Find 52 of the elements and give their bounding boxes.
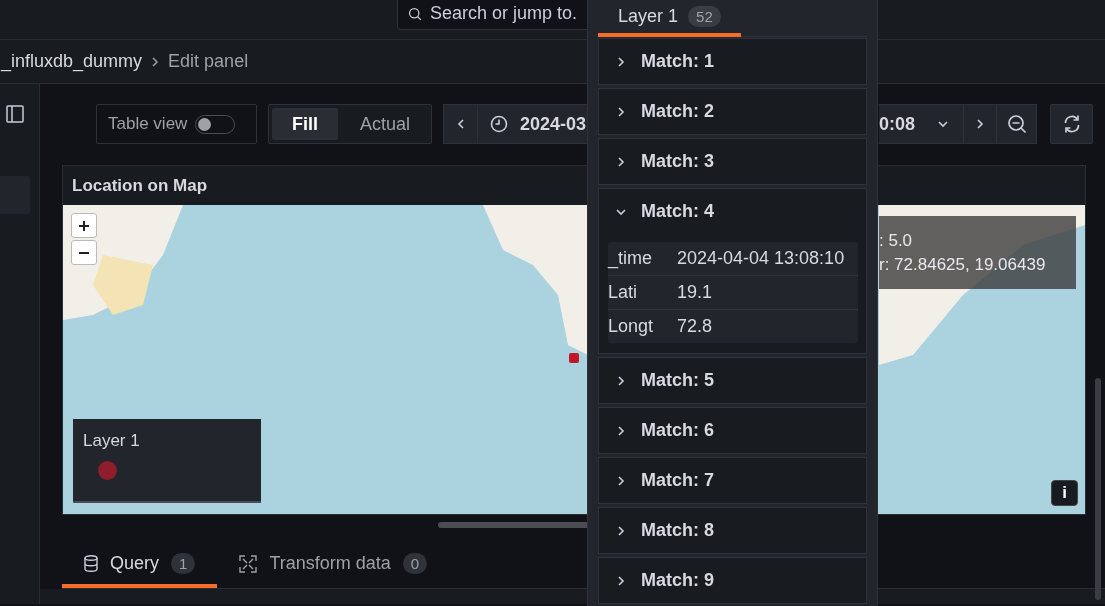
chevron-right-icon xyxy=(615,155,627,168)
match-header[interactable]: Match: 3 xyxy=(599,139,866,184)
vertical-scrollbar[interactable] xyxy=(1095,378,1101,600)
legend-title: Layer 1 xyxy=(83,431,141,451)
chevron-right-icon xyxy=(976,118,985,130)
refresh-button[interactable] xyxy=(1050,104,1094,144)
table-view-toggle[interactable]: Table view xyxy=(96,104,257,144)
view-mode-tab[interactable]: Actual xyxy=(340,108,431,140)
chevron-left-icon xyxy=(456,118,465,130)
zoom-out-map-button[interactable] xyxy=(71,240,97,265)
match-header[interactable]: Match: 9 xyxy=(599,558,866,603)
tooltip-text: r: 72.84625, 19.06439 xyxy=(879,254,1047,275)
zoom-out-icon xyxy=(1006,114,1027,134)
panel-title: Location on Map xyxy=(72,175,208,196)
match-header[interactable]: Match: 8 xyxy=(599,508,866,553)
chevron-right-icon xyxy=(615,55,627,68)
field-value: 72.8 xyxy=(677,316,713,337)
breadcrumb-link[interactable]: Edit panel xyxy=(168,51,249,72)
chevron-right-icon xyxy=(615,105,627,118)
chevron-right-icon xyxy=(615,424,627,437)
field-name: Longt xyxy=(608,316,655,337)
match-header[interactable]: Match: 7 xyxy=(599,458,866,503)
map-marker[interactable] xyxy=(569,353,579,363)
match-header[interactable]: Match: 5 xyxy=(599,358,866,403)
legend-dot-icon xyxy=(98,461,117,480)
zoom-in-button[interactable] xyxy=(71,213,97,238)
chevron-right-icon xyxy=(615,524,627,537)
editor-tab[interactable]: Transform data 0 xyxy=(217,543,450,588)
chevron-down-icon xyxy=(937,120,950,128)
tooltip-text: : 5.0 xyxy=(879,230,914,251)
database-icon xyxy=(84,555,98,572)
chevron-right-icon xyxy=(151,55,160,68)
field-name: Lati xyxy=(608,282,639,303)
match-header[interactable]: Match: 2 xyxy=(599,89,866,134)
view-mode-tab[interactable]: Fill xyxy=(272,108,338,140)
match-header[interactable]: Match: 1 xyxy=(599,39,866,84)
chevron-down-icon xyxy=(615,207,627,216)
field-value: 2024-04-04 13:08:10 xyxy=(677,248,845,269)
match-header[interactable]: Match: 4 xyxy=(599,189,866,234)
info-button[interactable]: i xyxy=(1051,480,1078,506)
field-name: _time xyxy=(608,248,653,269)
plus-icon xyxy=(79,220,89,231)
sidebar-toggle-icon[interactable] xyxy=(6,105,24,123)
match-header[interactable]: Match: 6 xyxy=(599,408,866,453)
breadcrumb-link[interactable]: _influxdb_dummy xyxy=(1,51,143,72)
chevron-right-icon xyxy=(615,474,627,487)
transform-icon xyxy=(239,554,258,573)
minus-icon xyxy=(79,251,89,254)
clock-icon xyxy=(490,115,508,133)
chevron-right-icon xyxy=(615,574,627,587)
field-value: 19.1 xyxy=(677,282,713,303)
chevron-right-icon xyxy=(615,374,627,387)
